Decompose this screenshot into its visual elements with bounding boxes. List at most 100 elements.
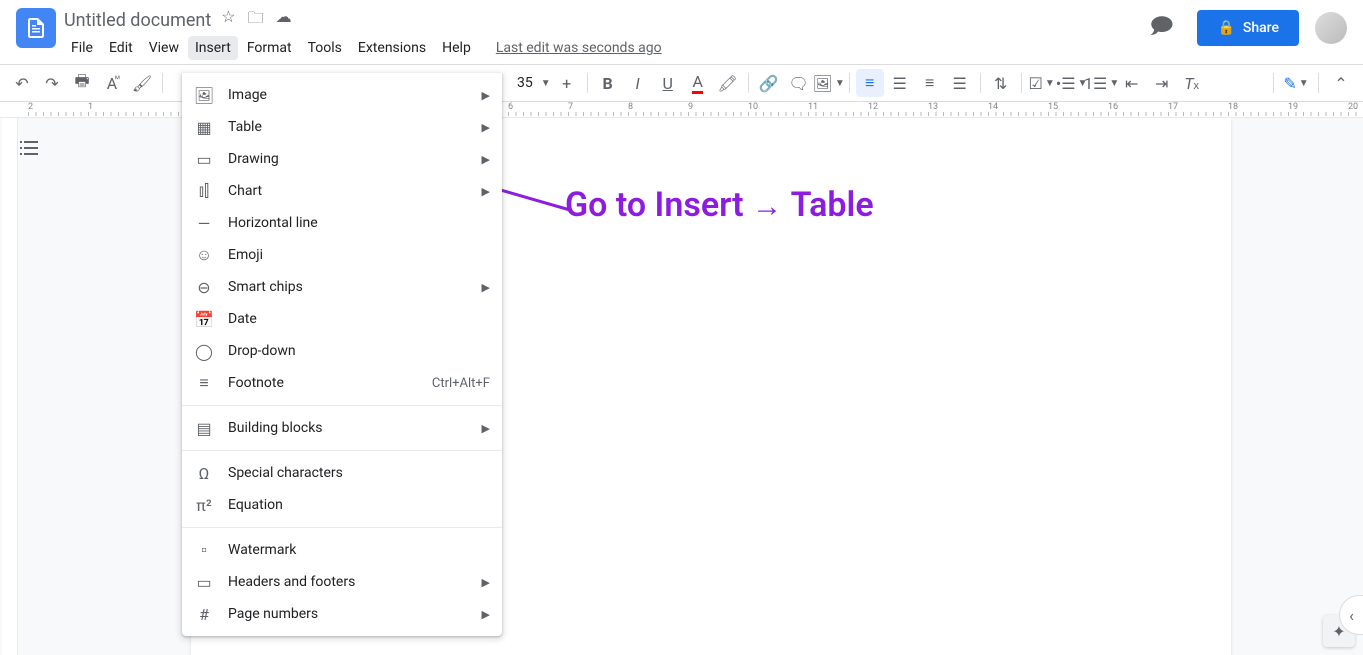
menu-item-page-numbers[interactable]: # Page numbers▶ xyxy=(182,598,502,630)
menu-tools[interactable]: Tools xyxy=(301,36,349,60)
menu-item-label: Drawing xyxy=(228,151,482,167)
docs-logo[interactable] xyxy=(16,8,56,48)
menu-item-label: Chart xyxy=(228,183,482,199)
menu-item-drawing[interactable]: ▭ Drawing▶ xyxy=(182,143,502,175)
menu-item-label: Table xyxy=(228,119,482,135)
paint-format-button[interactable]: 🖌 xyxy=(128,69,156,97)
drop-down-icon: ◯ xyxy=(194,342,214,361)
redo-button[interactable]: ↷ xyxy=(38,69,66,97)
zoom-select[interactable]: 35 ▼ xyxy=(511,75,551,91)
comment-button[interactable]: 🗨 xyxy=(785,69,813,97)
ruler-mark: 17 xyxy=(1168,102,1228,112)
drawing-icon: ▭ xyxy=(194,150,214,169)
menu-item-label: Building blocks xyxy=(228,420,482,436)
menu-item-image[interactable]: 🖼 Image▶ xyxy=(182,79,502,111)
cloud-icon[interactable]: ☁ xyxy=(276,7,292,34)
editing-mode-button[interactable]: ✎▼ xyxy=(1282,69,1310,97)
indent-increase-button[interactable]: ⇥ xyxy=(1148,69,1176,97)
menu-item-table[interactable]: ▦Table▶ xyxy=(182,111,502,143)
menu-item-label: Image xyxy=(228,87,482,103)
date-icon: 📅 xyxy=(194,310,214,329)
menu-item-special-characters[interactable]: ΩSpecial characters xyxy=(182,457,502,489)
image-button[interactable]: 🖼▼ xyxy=(815,69,843,97)
zoom-value: 35 xyxy=(511,75,539,91)
align-justify-button[interactable]: ☰ xyxy=(946,69,974,97)
ruler-mark: 18 xyxy=(1228,102,1288,112)
menu-item-label: Page numbers xyxy=(228,606,482,622)
menu-insert[interactable]: Insert xyxy=(188,36,238,60)
shortcut-label: Ctrl+Alt+F xyxy=(432,376,490,391)
submenu-arrow-icon: ▶ xyxy=(482,281,490,294)
submenu-arrow-icon: ▶ xyxy=(482,89,490,102)
special-characters-icon: Ω xyxy=(194,464,214,483)
menu-item-label: Smart chips xyxy=(228,279,482,295)
menu-item-chart[interactable]: ⫾⫿Chart▶ xyxy=(182,175,502,207)
submenu-arrow-icon: ▶ xyxy=(482,153,490,166)
align-right-button[interactable]: ≡ xyxy=(916,69,944,97)
undo-button[interactable]: ↶ xyxy=(8,69,36,97)
insert-menu-dropdown: 🖼Image▶▦Table▶▭Drawing▶⫾⫿Chart▶—Horizont… xyxy=(182,73,502,636)
watermark-icon: ▫ xyxy=(194,540,214,560)
number-list-button[interactable]: 1☰▼ xyxy=(1088,69,1116,97)
line-spacing-button[interactable]: ⇅ xyxy=(987,69,1015,97)
menu-format[interactable]: Format xyxy=(240,36,299,60)
outline-button[interactable] xyxy=(17,136,41,160)
collapse-toolbar-button[interactable]: ⌃ xyxy=(1327,69,1355,97)
indent-decrease-button[interactable]: ⇤ xyxy=(1118,69,1146,97)
menu-item-horizontal-line[interactable]: —Horizontal line xyxy=(182,207,502,239)
menu-item-label: Watermark xyxy=(228,542,490,558)
menu-help[interactable]: Help xyxy=(435,36,478,60)
ruler-mark: 19 xyxy=(1288,102,1348,112)
submenu-arrow-icon: ▶ xyxy=(482,576,490,589)
ruler-mark: 2 xyxy=(28,102,88,112)
submenu-arrow-icon: ▶ xyxy=(482,185,490,198)
menubar: FileEditViewInsertFormatToolsExtensionsH… xyxy=(64,36,1141,60)
menu-item-building-blocks[interactable]: ▤Building blocks▶ xyxy=(182,412,502,444)
move-icon[interactable]: 🗀 xyxy=(248,7,264,34)
avatar[interactable] xyxy=(1315,12,1347,44)
menu-view[interactable]: View xyxy=(142,36,186,60)
menu-item-watermark[interactable]: ▫ Watermark xyxy=(182,534,502,566)
menu-item-footnote[interactable]: ≡FootnoteCtrl+Alt+F xyxy=(182,367,502,399)
checklist-button[interactable]: ☑▼ xyxy=(1028,69,1056,97)
menu-item-label: Equation xyxy=(228,497,490,513)
menu-item-emoji[interactable]: ☺ Emoji xyxy=(182,239,502,271)
underline-button[interactable]: U xyxy=(654,69,682,97)
bullet-list-button[interactable]: •☰▼ xyxy=(1058,69,1086,97)
ruler-mark: 10 xyxy=(748,102,808,112)
menu-item-equation[interactable]: π²Equation xyxy=(182,489,502,521)
ruler-mark: 20 xyxy=(1348,102,1363,112)
link-button[interactable]: 🔗 xyxy=(755,69,783,97)
emoji-icon: ☺ xyxy=(194,245,214,265)
highlight-button[interactable]: 🖍 xyxy=(714,69,742,97)
submenu-arrow-icon: ▶ xyxy=(482,608,490,621)
headers-and-footers-icon: ▭ xyxy=(194,573,214,592)
star-icon[interactable]: ☆ xyxy=(221,7,235,34)
menu-extensions[interactable]: Extensions xyxy=(351,36,433,60)
print-button[interactable]: 🖶 xyxy=(68,69,96,97)
menu-file[interactable]: File xyxy=(64,36,100,60)
image-icon: 🖼 xyxy=(194,86,214,105)
menu-edit[interactable]: Edit xyxy=(102,36,140,60)
last-edit-link[interactable]: Last edit was seconds ago xyxy=(496,40,662,56)
menu-item-headers-and-footers[interactable]: ▭Headers and footers▶ xyxy=(182,566,502,598)
clear-format-button[interactable]: Tₓ xyxy=(1178,69,1206,97)
ruler-mark: 8 xyxy=(628,102,688,112)
ruler-mark: 7 xyxy=(568,102,628,112)
menu-item-date[interactable]: 📅Date xyxy=(182,303,502,335)
comments-button[interactable]: 🗩 xyxy=(1141,8,1181,48)
share-button[interactable]: 🔒 Share xyxy=(1197,10,1299,46)
spellcheck-button[interactable]: Aⷨ xyxy=(98,69,126,97)
align-center-button[interactable]: ☰ xyxy=(886,69,914,97)
menu-item-smart-chips[interactable]: ⊖Smart chips▶ xyxy=(182,271,502,303)
align-left-button[interactable]: ≡ xyxy=(856,69,884,97)
vertical-ruler[interactable] xyxy=(2,118,18,655)
doc-title[interactable]: Untitled document xyxy=(64,10,211,31)
page-numbers-icon: # xyxy=(194,605,214,624)
text-color-button[interactable]: A xyxy=(684,69,712,97)
menu-item-drop-down[interactable]: ◯Drop-down xyxy=(182,335,502,367)
italic-button[interactable]: I xyxy=(624,69,652,97)
zoom-in-button[interactable]: + xyxy=(553,69,581,97)
menu-item-label: Emoji xyxy=(228,247,490,263)
bold-button[interactable]: B xyxy=(594,69,622,97)
